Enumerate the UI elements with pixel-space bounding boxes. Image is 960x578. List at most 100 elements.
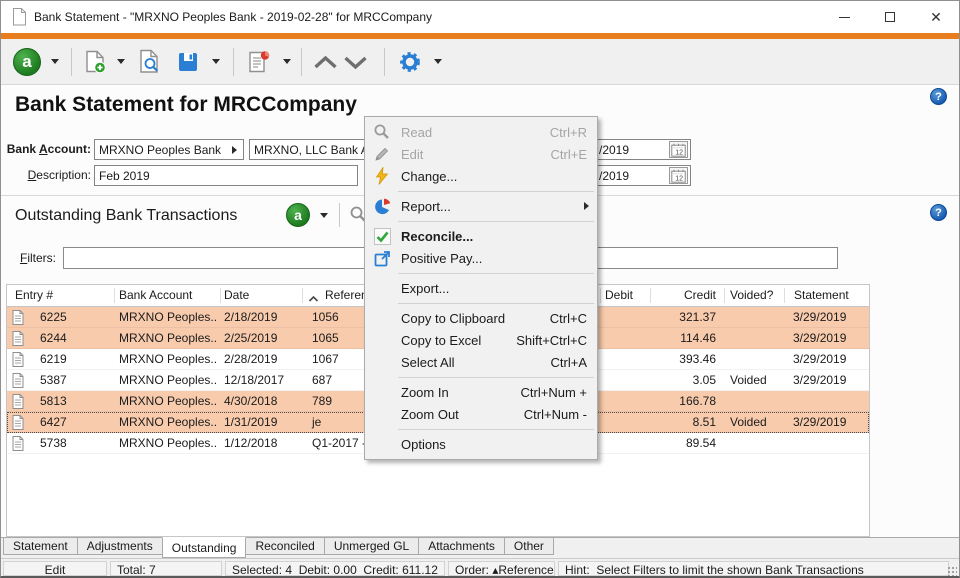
move-up-button[interactable]: [312, 53, 339, 75]
menu-item-copy-to-clipboard[interactable]: Copy to ClipboardCtrl+C: [365, 307, 597, 329]
menu-item-select-all[interactable]: Select AllCtrl+A: [365, 351, 597, 373]
status-order: Order: ▴Reference: [448, 561, 555, 576]
column-header-credit[interactable]: Credit: [684, 288, 716, 302]
settings-caret[interactable]: [434, 59, 442, 64]
lookup-arrow-icon[interactable]: [232, 146, 237, 154]
submenu-arrow-icon: [584, 202, 589, 210]
logo-letter: a: [294, 207, 302, 223]
minimize-button[interactable]: [821, 1, 867, 33]
cell-bank-account: MRXNO Peoples...: [119, 331, 217, 345]
help-button[interactable]: ?: [930, 204, 947, 221]
entry-document-icon: [12, 310, 24, 328]
close-button[interactable]: ✕: [913, 1, 959, 33]
calendar-button[interactable]: 12: [669, 141, 688, 158]
menu-item-change[interactable]: Change...: [365, 165, 597, 187]
title-bar: Bank Statement - "MRXNO Peoples Bank - 2…: [1, 1, 959, 33]
menu-item-reconcile[interactable]: Reconcile...: [365, 225, 597, 247]
menu-item-zoom-out[interactable]: Zoom OutCtrl+Num -: [365, 403, 597, 425]
grid-logo-button[interactable]: a: [286, 203, 310, 227]
svg-text:12: 12: [675, 175, 683, 182]
column-header-bank-account[interactable]: Bank Account: [119, 288, 192, 302]
column-header-statement[interactable]: Statement: [794, 288, 849, 302]
sort-ascending-icon: [308, 292, 319, 306]
cell-credit: 89.54: [686, 436, 716, 450]
cell-date: 2/28/2019: [224, 352, 277, 366]
app-logo-button[interactable]: a: [13, 48, 41, 76]
column-header-entry[interactable]: Entry #: [15, 288, 53, 302]
question-mark-icon: ?: [935, 91, 942, 103]
column-separator: [114, 288, 115, 303]
section-title: Outstanding Bank Transactions: [15, 207, 237, 225]
cell-entry: 5813: [40, 394, 67, 408]
description-label: Description:: [1, 168, 91, 182]
logo-dropdown-caret[interactable]: [51, 59, 59, 64]
calendar-button[interactable]: 12: [669, 167, 688, 184]
filters-label: Filters:: [1, 251, 56, 265]
menu-item-copy-to-excel[interactable]: Copy to ExcelShift+Ctrl+C: [365, 329, 597, 351]
cell-bank-account: MRXNO Peoples...: [119, 394, 217, 408]
tab-outstanding[interactable]: Outstanding: [162, 537, 247, 558]
maximize-button[interactable]: [867, 1, 913, 33]
menu-item-report[interactable]: Report...: [365, 195, 597, 217]
cell-entry: 5738: [40, 436, 67, 450]
bottom-tab-bar: Statement Adjustments Outstanding Reconc…: [1, 537, 959, 558]
tab-other[interactable]: Other: [504, 538, 554, 555]
column-header-date[interactable]: Date: [224, 288, 249, 302]
separator: [339, 203, 340, 227]
tab-attachments[interactable]: Attachments: [418, 538, 505, 555]
cell-voided: Voided: [730, 415, 767, 429]
end-date-value: /2019: [599, 169, 629, 183]
tab-adjustments[interactable]: Adjustments: [77, 538, 163, 555]
status-total: Total: 7: [110, 561, 222, 576]
page-title: Bank Statement for MRCCompany: [15, 93, 357, 117]
report-caret[interactable]: [283, 59, 291, 64]
help-button[interactable]: ?: [930, 88, 947, 105]
cell-statement: 3/29/2019: [793, 415, 846, 429]
cell-entry: 6244: [40, 331, 67, 345]
cell-date: 2/18/2019: [224, 310, 277, 324]
resize-grip[interactable]: [947, 566, 957, 576]
menu-item-read[interactable]: ReadCtrl+R: [365, 121, 597, 143]
status-hint: Hint: Select Filters to limit the shown …: [558, 561, 949, 576]
tab-statement[interactable]: Statement: [3, 538, 78, 555]
cell-statement: 3/29/2019: [793, 373, 846, 387]
cell-reference: je: [312, 415, 321, 429]
entry-document-icon: [12, 352, 24, 370]
minimize-icon: [839, 17, 850, 18]
menu-item-export[interactable]: Export...: [365, 277, 597, 299]
entry-document-icon: [12, 331, 24, 349]
move-down-button[interactable]: [342, 53, 369, 75]
bank-account-combo[interactable]: MRXNO Peoples Bank: [94, 139, 244, 160]
pencil-icon: [372, 145, 392, 163]
save-caret[interactable]: [212, 59, 220, 64]
cell-credit: 166.78: [679, 394, 716, 408]
description-field[interactable]: Feb 2019: [94, 165, 358, 186]
entry-document-icon: [12, 415, 24, 433]
menu-separator: [365, 425, 597, 433]
column-separator: [650, 288, 651, 303]
cell-date: 1/12/2018: [224, 436, 277, 450]
toolbar-separator: [384, 48, 385, 76]
tab-unmerged-gl[interactable]: Unmerged GL: [324, 538, 419, 555]
cell-credit: 3.05: [693, 373, 716, 387]
cell-date: 2/25/2019: [224, 331, 277, 345]
cell-reference: 789: [312, 394, 332, 408]
window-title: Bank Statement - "MRXNO Peoples Bank - 2…: [34, 10, 432, 24]
document-icon: [12, 8, 27, 29]
settings-gear-button[interactable]: [398, 50, 422, 77]
menu-item-positive-pay[interactable]: Positive Pay...: [365, 247, 597, 269]
column-header-debit[interactable]: Debit: [605, 288, 633, 302]
description-value: Feb 2019: [99, 169, 150, 183]
new-document-caret[interactable]: [117, 59, 125, 64]
grid-logo-caret[interactable]: [320, 213, 328, 218]
status-bar: Edit Total: 7 Selected: 4 Debit: 0.00 Cr…: [1, 558, 959, 578]
report-button[interactable]: [247, 50, 271, 77]
column-header-voided[interactable]: Voided?: [730, 288, 773, 302]
menu-item-edit[interactable]: EditCtrl+E: [365, 143, 597, 165]
menu-item-zoom-in[interactable]: Zoom InCtrl+Num +: [365, 381, 597, 403]
preview-document-button[interactable]: [138, 49, 161, 77]
new-document-button[interactable]: [83, 50, 107, 77]
menu-item-options[interactable]: Options: [365, 433, 597, 455]
tab-reconciled[interactable]: Reconciled: [245, 538, 324, 555]
save-button[interactable]: [177, 51, 199, 76]
